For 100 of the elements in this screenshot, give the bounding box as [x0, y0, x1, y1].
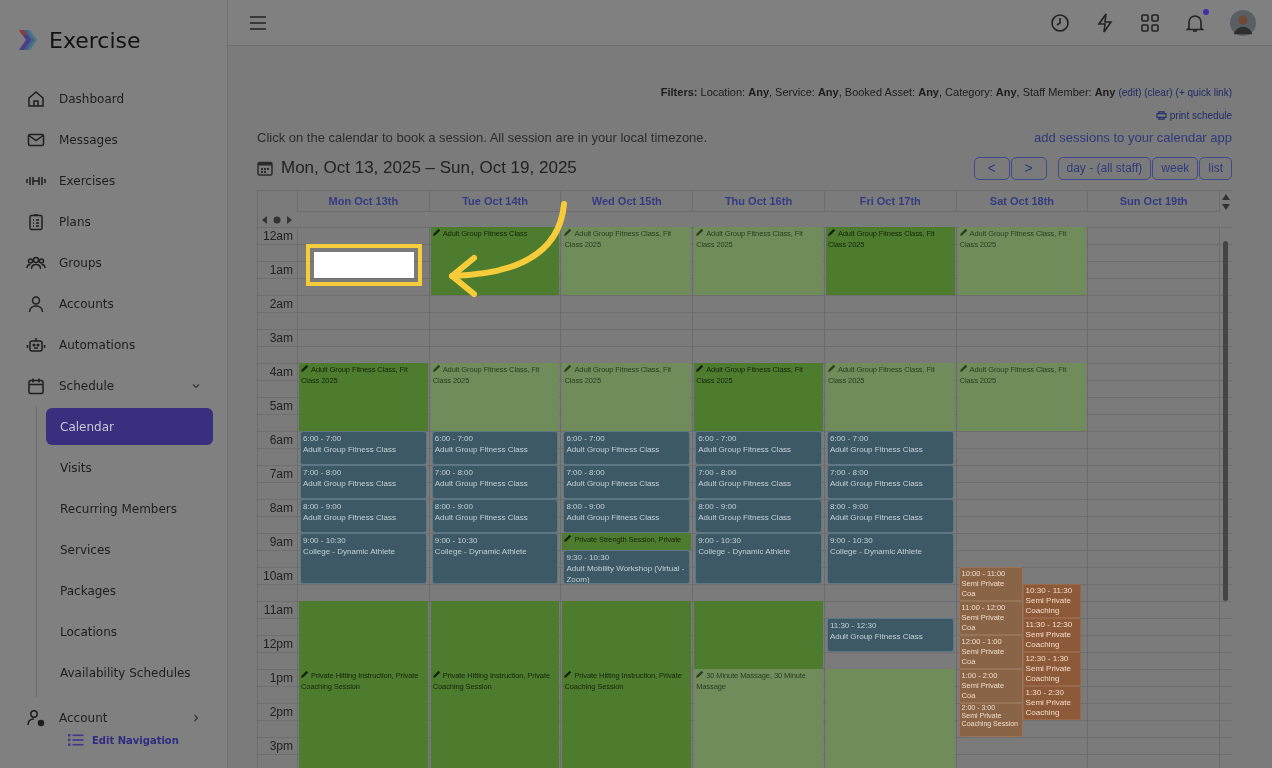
view-button[interactable]: list [1199, 156, 1232, 180]
avatar[interactable] [1230, 9, 1256, 36]
calendar-event[interactable]: 9:00 - 10:30 College - Dynamic Athlete [300, 533, 427, 584]
date-range: Mon, Oct 13, 2025 – Sun, Oct 19, 2025 [281, 158, 577, 178]
pencil-icon [827, 228, 836, 236]
pencil-icon [564, 228, 573, 236]
hour-label: 11am [262, 602, 294, 619]
brand-name: Exercise [49, 27, 141, 53]
filters-text: Filters: Location: Any, Service: Any, Booked Asset: Any, Category: Any, Staff Member: Any [660, 86, 1116, 98]
nav-button[interactable]: > [1010, 156, 1047, 180]
hour-label: 3pm [268, 738, 294, 755]
sidebar-subitem[interactable]: Packages [46, 572, 213, 609]
hour-label: 2pm [268, 704, 294, 721]
hour-label: 1pm [268, 670, 294, 687]
calendar-event[interactable]: 6:00 - 7:00 Adult Group Fitness Class [300, 431, 427, 465]
pencil-icon [432, 364, 441, 372]
view-button[interactable]: day - (all staff) [1057, 156, 1152, 180]
day-header: Thu Oct 16th [692, 191, 824, 212]
calendar-event[interactable]: 8:00 - 9:00 Adult Group Fitness Class [563, 499, 691, 533]
calendar-event[interactable]: 9:00 - 10:30 College - Dynamic Athlete [826, 533, 954, 584]
hour-label: 12am [261, 228, 294, 245]
calendar-event[interactable]: 12:30 - 1:30 Semi Private Coaching [1022, 652, 1082, 686]
clock-icon[interactable] [1050, 12, 1070, 33]
calendar-icon [257, 160, 273, 176]
day-header: Wed Oct 15th [560, 191, 693, 212]
sidebar-subitem[interactable]: Availability Schedules [46, 654, 213, 691]
sidebar-item[interactable]: Dashboard [0, 78, 227, 119]
calendar-app-link[interactable]: add sessions to your calendar app [1034, 130, 1232, 145]
lightning-icon[interactable] [1095, 12, 1115, 33]
pencil-icon [432, 228, 441, 236]
sidebar-item[interactable]: Automations [0, 324, 227, 365]
calendar-event[interactable]: 11:30 - 12:30 Semi Private Coaching [1022, 618, 1082, 652]
view-button[interactable]: week [1152, 156, 1199, 180]
sidebar-item[interactable]: Groups [0, 242, 227, 283]
calendar-event[interactable]: 8:00 - 9:00 Adult Group Fitness Class [431, 499, 559, 533]
filter-link[interactable]: (+ quick link) [1175, 87, 1232, 98]
day-header: Sun Oct 19th [1087, 191, 1221, 212]
navigation-arrows-icon[interactable] [262, 215, 292, 224]
sidebar-item[interactable]: Exercises [0, 160, 227, 201]
printer-icon [1155, 111, 1167, 120]
calendar-event[interactable]: 6:00 - 7:00 Adult Group Fitness Class [826, 431, 954, 465]
calendar-event[interactable]: 7:00 - 8:00 Adult Group Fitness Class [826, 465, 954, 499]
calendar-event[interactable]: 7:00 - 8:00 Adult Group Fitness Class [431, 465, 559, 499]
hour-label: 12pm [261, 636, 294, 653]
print-schedule-link[interactable]: print schedule [1155, 110, 1232, 121]
hour-label: 1am [268, 262, 294, 279]
calendar-event[interactable]: 9:30 - 10:30 Adult Mobility Workshop (Virtual - Zoom) [563, 550, 691, 584]
sidebar-subitem[interactable]: Services [46, 531, 213, 568]
day-header: Tue Oct 14th [428, 191, 561, 212]
hour-label: 6am [268, 432, 294, 449]
calendar-event[interactable]: 8:00 - 9:00 Adult Group Fitness Class [826, 499, 954, 533]
clipboard-icon [26, 211, 46, 232]
hour-label: 9am [268, 534, 294, 551]
calendar-event[interactable]: 7:00 - 8:00 Adult Group Fitness Class [695, 465, 822, 499]
hour-label: 3am [268, 330, 294, 347]
hour-label: 7am [268, 466, 294, 483]
instructions-text: Click on the calendar to book a session. All session are in your local timezone. [257, 130, 708, 145]
calendar-event[interactable]: 9:00 - 10:30 College - Dynamic Athlete [431, 533, 559, 584]
pencil-icon [696, 228, 705, 236]
hour-label: 4am [268, 364, 294, 381]
filter-link[interactable]: (clear) [1144, 87, 1173, 98]
home-icon [26, 88, 46, 109]
pencil-icon [301, 364, 309, 372]
nav-button[interactable]: < [973, 156, 1010, 180]
calendar-event[interactable]: 8:00 - 9:00 Adult Group Fitness Class [695, 499, 822, 533]
sidebar-item[interactable]: Messages [0, 119, 227, 160]
calendar-event[interactable]: 10:30 - 11:30 Semi Private Coaching [1022, 584, 1082, 618]
calendar-event[interactable]: 6:00 - 7:00 Adult Group Fitness Class [563, 431, 691, 465]
calendar-event[interactable]: 8:00 - 9:00 Adult Group Fitness Class [300, 499, 427, 533]
grid-icon[interactable] [1140, 12, 1160, 33]
calendar-event[interactable]: 11:30 - 12:30 Adult Group Fitness Class [826, 618, 954, 652]
notifications-icon[interactable] [1185, 12, 1205, 33]
logo-icon [16, 28, 40, 52]
calendar-event[interactable]: 1:30 - 2:30 Semi Private Coaching [1022, 686, 1082, 720]
hour-label: 10am [261, 568, 294, 585]
sidebar-item[interactable]: Accounts [0, 283, 227, 324]
day-header: Mon Oct 13th [297, 191, 429, 212]
person-icon [26, 293, 46, 314]
scroll-arrows-icon[interactable] [1222, 193, 1230, 211]
sidebar-subitem[interactable]: Locations [46, 613, 213, 650]
calendar-event[interactable]: 6:00 - 7:00 Adult Group Fitness Class [695, 431, 822, 465]
hour-label: 8am [268, 500, 294, 517]
edit-navigation-link[interactable]: Edit Navigation [68, 734, 179, 746]
menu-icon[interactable] [250, 15, 266, 30]
calendar-event[interactable]: 6:00 - 7:00 Adult Group Fitness Class [431, 431, 559, 465]
calendar-event[interactable]: 9:00 - 10:30 College - Dynamic Athlete [695, 533, 822, 584]
pencil-icon [564, 364, 573, 372]
person-gear-icon [26, 707, 46, 728]
sidebar-subitem[interactable]: Calendar [46, 408, 213, 445]
sidebar-subitem[interactable]: Visits [46, 449, 213, 486]
sidebar-subitem[interactable]: Recurring Members [46, 490, 213, 527]
pencil-icon [959, 364, 968, 372]
filter-link[interactable]: (edit) [1118, 87, 1142, 98]
sidebar-item[interactable]: Schedule [0, 365, 227, 406]
hour-label: 2am [268, 296, 294, 313]
calendar-event[interactable]: 7:00 - 8:00 Adult Group Fitness Class [563, 465, 691, 499]
list-icon [68, 734, 84, 746]
calendar-event[interactable]: 7:00 - 8:00 Adult Group Fitness Class [300, 465, 427, 499]
sidebar-item[interactable]: Plans [0, 201, 227, 242]
pencil-icon [959, 228, 968, 236]
